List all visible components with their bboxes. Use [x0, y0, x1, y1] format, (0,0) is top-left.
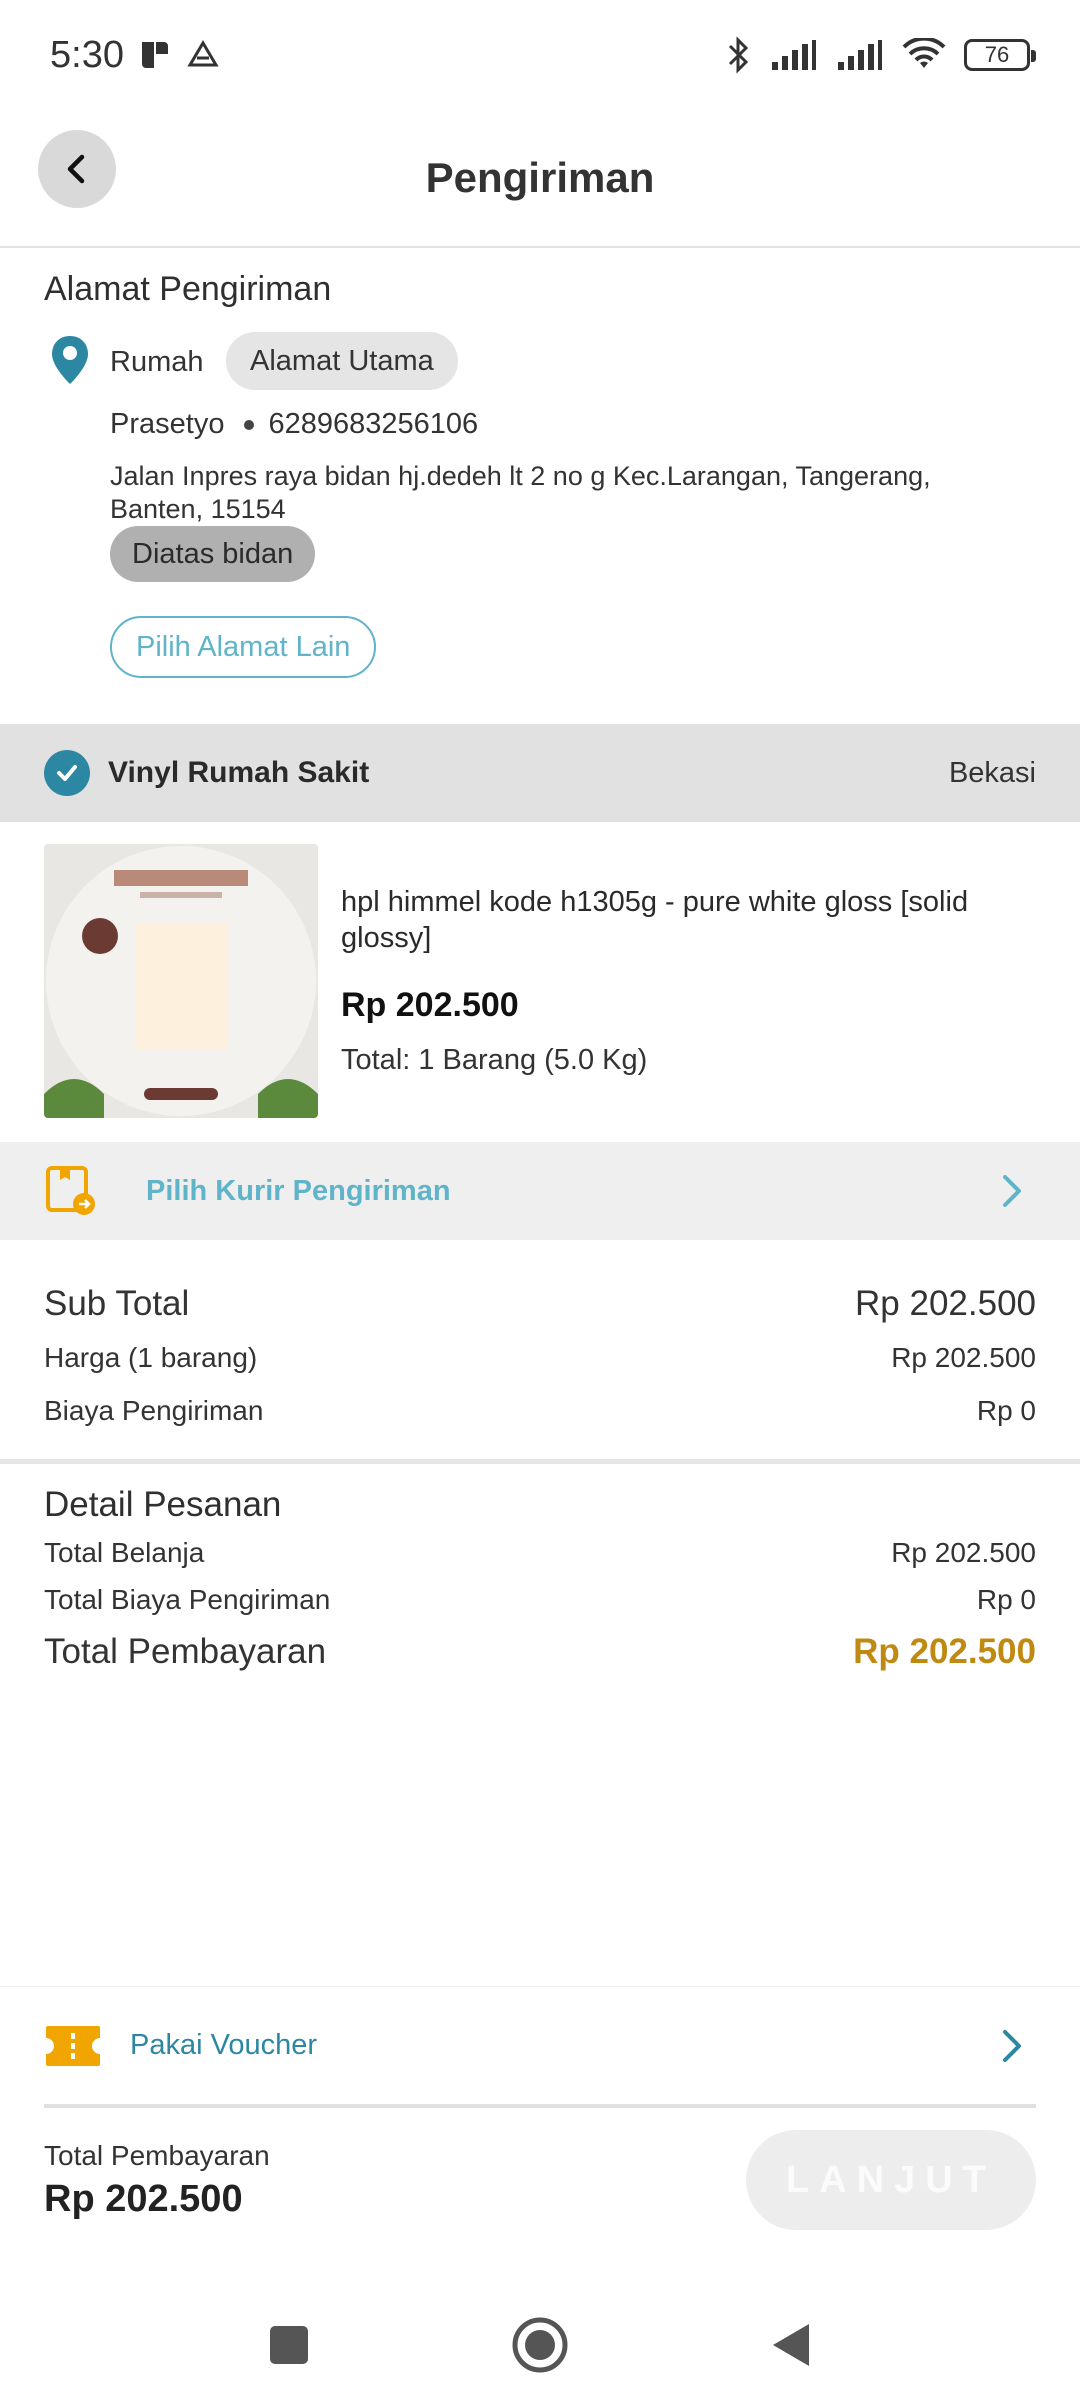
- shipping-cost-value: Rp 0: [976, 1395, 1036, 1426]
- drive-icon: [187, 40, 219, 67]
- total-shipping-value: Rp 0: [976, 1584, 1036, 1615]
- address-label: Rumah: [110, 346, 204, 378]
- status-left-icons: [138, 38, 220, 72]
- recent-apps-icon[interactable]: [267, 2323, 311, 2367]
- separator-dot: [244, 419, 255, 430]
- total-shopping-label: Total Belanja: [44, 1537, 205, 1568]
- subtotal-label: Sub Total: [44, 1284, 190, 1323]
- bluetooth-icon: [728, 36, 749, 74]
- back-button[interactable]: [38, 130, 116, 208]
- product-quantity-weight: Total: 1 Barang (5.0 Kg): [341, 1044, 648, 1076]
- system-navigation-bar: [0, 2290, 1080, 2400]
- store-name: Vinyl Rumah Sakit: [108, 756, 370, 789]
- address-note-badge: Diatas bidan: [110, 526, 316, 582]
- battery-indicator: 76: [964, 39, 1036, 71]
- subtotal-row: Sub Total Rp 202.500: [44, 1284, 1036, 1324]
- price-row: Harga (1 barang) Rp 202.500: [44, 1342, 1036, 1374]
- footer-divider: [44, 2104, 1036, 2108]
- status-right-icons: 76: [726, 36, 1036, 74]
- total-shopping-row: Total Belanja Rp 202.500: [44, 1537, 1036, 1569]
- store-location: Bekasi: [948, 756, 1036, 789]
- price-label: Harga (1 barang): [44, 1342, 258, 1373]
- voucher-ticket-icon: [46, 2025, 100, 2066]
- store-header: Vinyl Rumah Sakit Bekasi: [0, 724, 1080, 822]
- order-detail: Detail Pesanan Total Belanja Rp 202.500 …: [0, 1469, 1080, 1709]
- main-address-badge: Alamat Utama: [226, 332, 458, 390]
- back-nav-icon[interactable]: [769, 2321, 813, 2369]
- use-voucher-label: Pakai Voucher: [130, 2029, 318, 2061]
- wifi-icon: [902, 38, 946, 68]
- courier-box-icon: [46, 1166, 95, 1215]
- address-section-title: Alamat Pengiriman: [44, 270, 332, 308]
- product-price: Rp 202.500: [341, 986, 519, 1024]
- total-shipping-label: Total Biaya Pengiriman: [44, 1584, 331, 1615]
- signal-icon-2: [838, 40, 882, 70]
- app-header: Pengiriman: [0, 110, 1080, 248]
- recipient-phone: 6289683256106: [268, 408, 479, 440]
- footer-total-label: Total Pembayaran: [44, 2140, 270, 2171]
- total-shipping-row: Total Biaya Pengiriman Rp 0: [44, 1584, 1036, 1616]
- status-time: 5:30: [50, 33, 124, 76]
- total-payment-value: Rp 202.500: [853, 1632, 1036, 1671]
- status-bar: 5:30 76: [0, 0, 1080, 110]
- choose-courier-button[interactable]: Pilih Kurir Pengiriman: [0, 1142, 1080, 1240]
- app-notification-icon: [141, 42, 168, 68]
- location-pin-icon: [52, 336, 88, 384]
- price-value: Rp 202.500: [891, 1342, 1036, 1373]
- shipping-cost-row: Biaya Pengiriman Rp 0: [44, 1395, 1036, 1427]
- total-payment-label: Total Pembayaran: [44, 1632, 327, 1671]
- chevron-right-icon: [1003, 1175, 1021, 1207]
- subtotal-value: Rp 202.500: [855, 1284, 1036, 1323]
- page-title: Pengiriman: [425, 154, 655, 201]
- total-payment-row: Total Pembayaran Rp 202.500: [44, 1632, 1036, 1672]
- chevron-right-icon: [1003, 2029, 1021, 2062]
- full-address: Jalan Inpres raya bidan hj.dedeh lt 2 no…: [110, 461, 931, 524]
- recipient-info: Prasetyo 6289683256106: [110, 408, 478, 441]
- signal-icon: [772, 40, 816, 70]
- product-item: hpl himmel kode h1305g - pure white glos…: [0, 822, 1080, 1142]
- continue-button[interactable]: LANJUT: [746, 2130, 1036, 2230]
- price-summary: Sub Total Rp 202.500 Harga (1 barang) Rp…: [0, 1240, 1080, 1464]
- choose-courier-label: Pilih Kurir Pengiriman: [146, 1174, 451, 1207]
- recipient-name: Prasetyo: [110, 408, 225, 440]
- home-icon[interactable]: [511, 2316, 569, 2374]
- shipping-cost-label: Biaya Pengiriman: [44, 1395, 264, 1426]
- footer-total-value: Rp 202.500: [44, 2178, 243, 2220]
- product-name: hpl himmel kode h1305g - pure white glos…: [341, 886, 969, 954]
- total-shopping-value: Rp 202.500: [891, 1537, 1036, 1568]
- check-circle-icon[interactable]: [44, 750, 90, 796]
- product-image[interactable]: [44, 844, 318, 1118]
- shipping-address-section: Alamat Pengiriman Rumah Alamat Utama Pra…: [0, 250, 1080, 724]
- choose-other-address-button[interactable]: Pilih Alamat Lain: [110, 616, 377, 678]
- back-arrow-icon: [67, 154, 85, 184]
- use-voucher-button[interactable]: Pakai Voucher: [0, 1986, 1080, 2104]
- order-detail-title: Detail Pesanan: [44, 1485, 282, 1524]
